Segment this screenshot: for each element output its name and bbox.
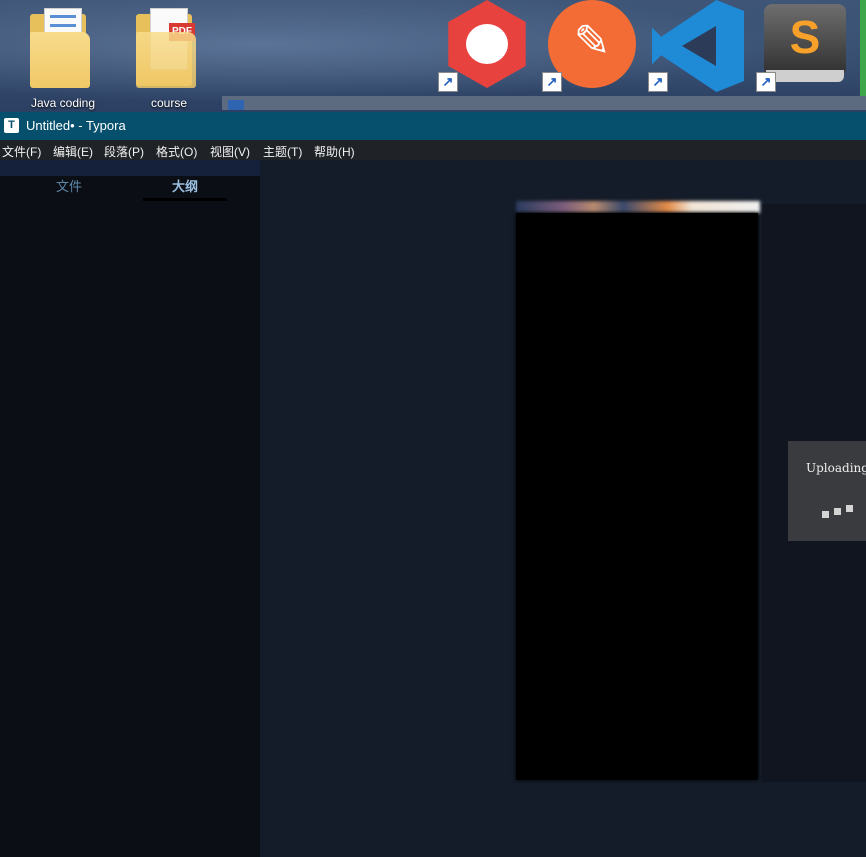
menu-themes[interactable]: 主题(T) [263, 143, 302, 160]
menu-file[interactable]: 文件(F) [2, 143, 41, 160]
typora-app-icon: T [4, 118, 19, 133]
folder-pdf-icon: PDF [136, 8, 196, 88]
upload-status-text: Uploading [806, 461, 866, 475]
menu-format[interactable]: 格式(O) [156, 143, 197, 160]
background-window-edge [222, 96, 866, 110]
sublime-text-icon [764, 4, 846, 82]
menu-edit[interactable]: 编辑(E) [53, 143, 93, 160]
partial-app-icon [860, 0, 866, 96]
sublime-text-shortcut[interactable]: ↗ [756, 0, 852, 92]
desktop-icon-label: course [150, 96, 188, 110]
shortcut-arrow-icon: ↗ [648, 72, 668, 92]
menu-bar: 文件(F) 编辑(E) 段落(P) 格式(O) 视图(V) 主题(T) 帮助(H… [0, 140, 866, 160]
desktop-icon-label: Java coding [30, 96, 96, 110]
folder-icon [30, 8, 90, 88]
image-top-strip [516, 201, 760, 213]
loading-spinner-icon [822, 505, 862, 519]
active-tab-indicator [143, 198, 227, 201]
menu-view[interactable]: 视图(V) [210, 143, 250, 160]
desktop: Java coding PDF course ↗ ↗ ↗ ↗ [0, 0, 866, 112]
vscode-shortcut[interactable]: ↗ [648, 0, 744, 92]
tab-files[interactable]: 文件 [56, 176, 82, 195]
editor-area[interactable]: Uploading [260, 160, 866, 857]
postman-shortcut[interactable]: ↗ [542, 0, 638, 92]
shortcut-arrow-icon: ↗ [756, 72, 776, 92]
menu-paragraph[interactable]: 段落(P) [104, 143, 144, 160]
hexagon-app-shortcut[interactable]: ↗ [438, 0, 534, 92]
sidebar-header [0, 160, 260, 176]
inserted-image[interactable] [516, 213, 758, 780]
menu-help[interactable]: 帮助(H) [314, 143, 355, 160]
shortcut-arrow-icon: ↗ [438, 72, 458, 92]
tab-outline[interactable]: 大纲 [172, 176, 198, 195]
window-title: Untitled• - Typora [26, 118, 126, 133]
upload-toast: Uploading [788, 441, 866, 541]
shortcut-arrow-icon: ↗ [542, 72, 562, 92]
sidebar: 文件 大纲 [0, 160, 260, 857]
window-titlebar[interactable]: T Untitled• - Typora [0, 112, 866, 140]
